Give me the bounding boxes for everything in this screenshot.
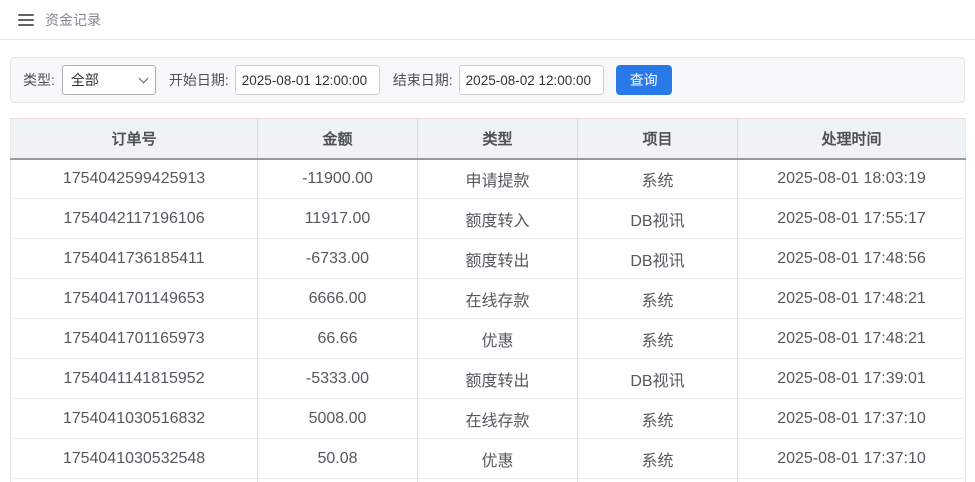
table-body: 1754042599425913 -11900.00 申请提款 系统 2025-… [10,158,966,482]
end-date-label: 结束日期: [392,72,453,88]
cell-project [577,478,738,482]
col-header-type: 类型 [417,118,578,160]
cell-amount [257,478,418,482]
cell-type [417,478,578,482]
cell-type: 在线存款 [417,278,578,319]
filter-bar: 类型: 全部 开始日期: 结束日期: 查询 [10,57,965,103]
cell-amount: -5333.00 [257,358,418,399]
cell-type: 优惠 [417,438,578,479]
cell-amount: -6733.00 [257,238,418,279]
start-date-input[interactable] [234,65,380,95]
cell-time: 2025-08-01 17:48:21 [737,278,966,319]
table-row: 1754042117196106 11917.00 额度转入 DB视讯 2025… [10,198,966,239]
cell-type: 优惠 [417,318,578,359]
cell-type: 额度转出 [417,238,578,279]
cell-type: 额度转入 [417,198,578,239]
cell-order-no: 1754041141815952 [10,358,258,399]
cell-order-no [10,478,258,482]
cell-type: 额度转出 [417,358,578,399]
cell-project: DB视讯 [577,238,738,279]
cell-order-no: 1754042117196106 [10,198,258,239]
menu-icon[interactable] [18,13,34,26]
cell-amount: 5008.00 [257,398,418,439]
cell-project: DB视讯 [577,198,738,239]
type-select[interactable]: 全部 [61,65,156,95]
cell-order-no: 1754041736185411 [10,238,258,279]
records-table-wrap: 订单号 金额 类型 项目 处理时间 1754042599425913 -1190… [10,118,966,482]
table-row: 1754042599425913 -11900.00 申请提款 系统 2025-… [10,158,966,199]
cell-time: 2025-08-01 17:37:10 [737,438,966,479]
cell-time: 2025-08-01 17:48:21 [737,318,966,359]
col-header-time: 处理时间 [737,118,966,160]
cell-amount: 11917.00 [257,198,418,239]
table-row [10,478,966,482]
cell-project: 系统 [577,438,738,479]
type-select-wrap: 全部 [61,65,156,95]
cell-project: 系统 [577,318,738,359]
cell-project: 系统 [577,278,738,319]
table-row: 1754041736185411 -6733.00 额度转出 DB视讯 2025… [10,238,966,279]
cell-project: DB视讯 [577,358,738,399]
page-title: 资金记录 [45,11,101,28]
cell-type: 申请提款 [417,158,578,199]
start-date-label: 开始日期: [168,72,229,88]
topbar: 资金记录 [0,0,975,40]
cell-amount: 66.66 [257,318,418,359]
table-row: 1754041030516832 5008.00 在线存款 系统 2025-08… [10,398,966,439]
col-header-amount: 金额 [257,118,418,160]
cell-time: 2025-08-01 17:48:56 [737,238,966,279]
cell-order-no: 1754042599425913 [10,158,258,199]
cell-project: 系统 [577,398,738,439]
cell-amount: 50.08 [257,438,418,479]
cell-amount: -11900.00 [257,158,418,199]
table-header-row: 订单号 金额 类型 项目 处理时间 [10,118,966,160]
query-button[interactable]: 查询 [615,65,672,95]
cell-time: 2025-08-01 17:55:17 [737,198,966,239]
col-header-order-no: 订单号 [10,118,258,160]
cell-order-no: 1754041030516832 [10,398,258,439]
end-date-input[interactable] [458,65,604,95]
type-label: 类型: [23,72,55,88]
cell-order-no: 1754041030532548 [10,438,258,479]
table-row: 1754041141815952 -5333.00 额度转出 DB视讯 2025… [10,358,966,399]
table-row: 1754041030532548 50.08 优惠 系统 2025-08-01 … [10,438,966,479]
table-row: 1754041701149653 6666.00 在线存款 系统 2025-08… [10,278,966,319]
cell-order-no: 1754041701165973 [10,318,258,359]
cell-project: 系统 [577,158,738,199]
cell-time: 2025-08-01 18:03:19 [737,158,966,199]
cell-time: 2025-08-01 17:39:01 [737,358,966,399]
records-table: 订单号 金额 类型 项目 处理时间 1754042599425913 -1190… [10,118,966,482]
cell-amount: 6666.00 [257,278,418,319]
table-row: 1754041701165973 66.66 优惠 系统 2025-08-01 … [10,318,966,359]
cell-time [737,478,966,482]
cell-type: 在线存款 [417,398,578,439]
cell-time: 2025-08-01 17:37:10 [737,398,966,439]
col-header-project: 项目 [577,118,738,160]
cell-order-no: 1754041701149653 [10,278,258,319]
